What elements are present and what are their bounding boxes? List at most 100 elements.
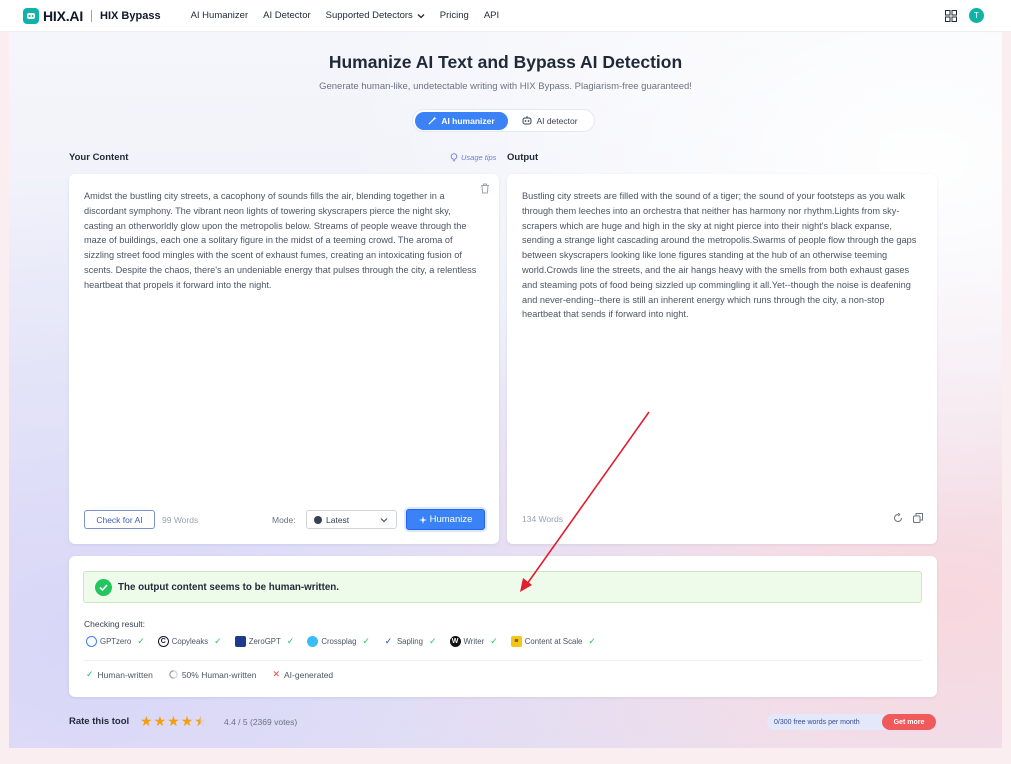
- check-icon: ✓: [86, 669, 94, 679]
- robot-icon: [522, 116, 532, 125]
- tab-label: AI humanizer: [441, 115, 495, 126]
- copy-icon[interactable]: [913, 513, 923, 523]
- detector-crossplag: Crossplag ✓: [307, 636, 370, 647]
- usage-tips-link[interactable]: Usage tips: [450, 153, 496, 162]
- zerogpt-icon: [234, 636, 246, 647]
- legend-label: Human-written: [97, 669, 153, 680]
- rate-tool-label: Rate this tool: [69, 716, 130, 727]
- tab-ai-detector[interactable]: AI detector: [508, 112, 592, 130]
- legend-label: 50% Human-written: [181, 669, 257, 680]
- word-quota-pill: 0/300 free words per month Get more: [767, 714, 936, 730]
- detector-name: Crossplag: [321, 637, 357, 646]
- output-text[interactable]: Bustling city streets are filled with th…: [522, 189, 920, 322]
- input-label: Your Content: [69, 152, 129, 163]
- detector-list: GPTzero ✓ C Copyleaks ✓ ZeroGPT ✓ Crossp…: [86, 636, 609, 647]
- mode-select[interactable]: Latest: [306, 510, 397, 529]
- tab-label: AI detector: [536, 115, 578, 126]
- logo-divider: [91, 9, 93, 22]
- chevron-down-icon: [380, 518, 388, 523]
- detector-zerogpt: ZeroGPT ✓: [234, 636, 295, 647]
- mode-label: Mode:: [272, 515, 296, 525]
- chevron-down-icon: [417, 13, 425, 18]
- magic-wand-icon: [428, 116, 437, 125]
- legend-label: AI-generated: [284, 669, 334, 680]
- apps-grid-icon[interactable]: [945, 9, 957, 22]
- nav-link-pricing[interactable]: Pricing: [440, 10, 469, 21]
- main-area: Humanize AI Text and Bypass AI Detection…: [9, 32, 1002, 748]
- output-word-count: 134 Words: [522, 514, 563, 524]
- trash-icon[interactable]: [480, 183, 490, 194]
- tab-ai-humanizer[interactable]: AI humanizer: [415, 111, 508, 130]
- result-message: The output content seems to be human-wri…: [118, 581, 339, 593]
- lightbulb-icon: [450, 153, 458, 162]
- regenerate-icon[interactable]: [893, 513, 903, 523]
- half-star-icon[interactable]: ★: [194, 713, 207, 729]
- detector-name: Writer: [463, 637, 485, 646]
- check-icon: ✓: [286, 636, 295, 646]
- input-panel: Amidst the bustling city streets, a caco…: [69, 174, 499, 544]
- half-circle-icon: [169, 670, 178, 679]
- legend-human-written: ✓ Human-written: [86, 669, 153, 680]
- check-icon: ✓: [490, 636, 498, 646]
- humanize-label: Humanize: [429, 514, 473, 525]
- detector-sapling: ✓ Sapling ✓: [383, 636, 437, 647]
- divider: [84, 660, 922, 661]
- nav-link-ai-detector[interactable]: AI Detector: [263, 10, 311, 21]
- detector-content-at-scale: ≡ Content at Scale ✓: [510, 636, 596, 647]
- star-rating[interactable]: ★ ★ ★ ★ ★: [140, 713, 208, 729]
- check-icon: ✓: [214, 636, 222, 646]
- humanize-button[interactable]: Humanize: [406, 509, 485, 530]
- product-name: HIX Bypass: [100, 9, 161, 22]
- check-for-ai-button[interactable]: Check for AI: [84, 510, 155, 529]
- check-icon: ✓: [588, 636, 596, 646]
- detector-name: ZeroGPT: [248, 637, 281, 646]
- nav-link-label: Supported Detectors: [325, 10, 413, 21]
- mode-toggle: AI humanizer AI detector: [412, 109, 595, 132]
- star-icon[interactable]: ★: [140, 713, 153, 729]
- nav-link-supported-detectors[interactable]: Supported Detectors: [326, 10, 425, 21]
- gptzero-icon: [86, 636, 97, 647]
- page-title: Humanize AI Text and Bypass AI Detection: [328, 52, 683, 72]
- content-at-scale-icon: ≡: [510, 636, 522, 647]
- avatar[interactable]: T: [969, 8, 984, 23]
- quota-text: 0/300 free words per month: [774, 718, 860, 726]
- legend-half-human: 50% Human-written: [169, 669, 257, 680]
- logo[interactable]: HIX.AI HIX Bypass: [23, 7, 161, 24]
- detector-gptzero: GPTzero ✓: [86, 636, 145, 647]
- detector-name: Copyleaks: [171, 637, 209, 646]
- detection-result-card: The output content seems to be human-wri…: [69, 556, 937, 697]
- usage-tips-label: Usage tips: [461, 153, 497, 162]
- star-icon[interactable]: ★: [181, 713, 194, 729]
- input-textarea[interactable]: Amidst the bustling city streets, a caco…: [84, 189, 482, 293]
- nav-link-api[interactable]: API: [484, 10, 499, 21]
- result-legend: ✓ Human-written 50% Human-written ✕ AI-g…: [86, 669, 349, 680]
- detector-name: Sapling: [396, 637, 423, 646]
- rating-summary: 4.4 / 5 (2369 votes): [224, 717, 298, 727]
- crossplag-icon: [307, 636, 319, 647]
- checking-result-label: Checking result:: [84, 619, 145, 629]
- detector-copyleaks: C Copyleaks ✓: [157, 636, 222, 647]
- get-more-button[interactable]: Get more: [882, 714, 936, 730]
- input-word-count: 99 Words: [162, 515, 199, 525]
- brand-logo-icon: [23, 7, 39, 24]
- copyleaks-icon: C: [157, 636, 169, 647]
- detector-name: Content at Scale: [524, 637, 583, 646]
- writer-icon: W: [449, 636, 461, 647]
- mode-value: Latest: [326, 514, 350, 525]
- close-icon: ✕: [272, 669, 281, 679]
- output-label: Output: [507, 152, 539, 163]
- nav-link-ai-humanizer[interactable]: AI Humanizer: [191, 10, 249, 21]
- detector-name: GPTzero: [100, 637, 132, 646]
- star-icon[interactable]: ★: [167, 713, 180, 729]
- result-banner: The output content seems to be human-wri…: [83, 571, 922, 603]
- check-circle-icon: [95, 578, 112, 596]
- output-panel: Bustling city streets are filled with th…: [507, 174, 937, 544]
- check-icon: ✓: [428, 636, 437, 646]
- brand-name: HIX.AI: [43, 7, 84, 24]
- star-icon[interactable]: ★: [154, 713, 167, 729]
- page-subtitle: Generate human-like, undetectable writin…: [319, 81, 692, 92]
- sapling-icon: ✓: [384, 636, 393, 646]
- legend-ai-generated: ✕ AI-generated: [272, 669, 333, 680]
- check-icon: ✓: [362, 636, 370, 646]
- detector-writer: W Writer ✓: [449, 636, 498, 647]
